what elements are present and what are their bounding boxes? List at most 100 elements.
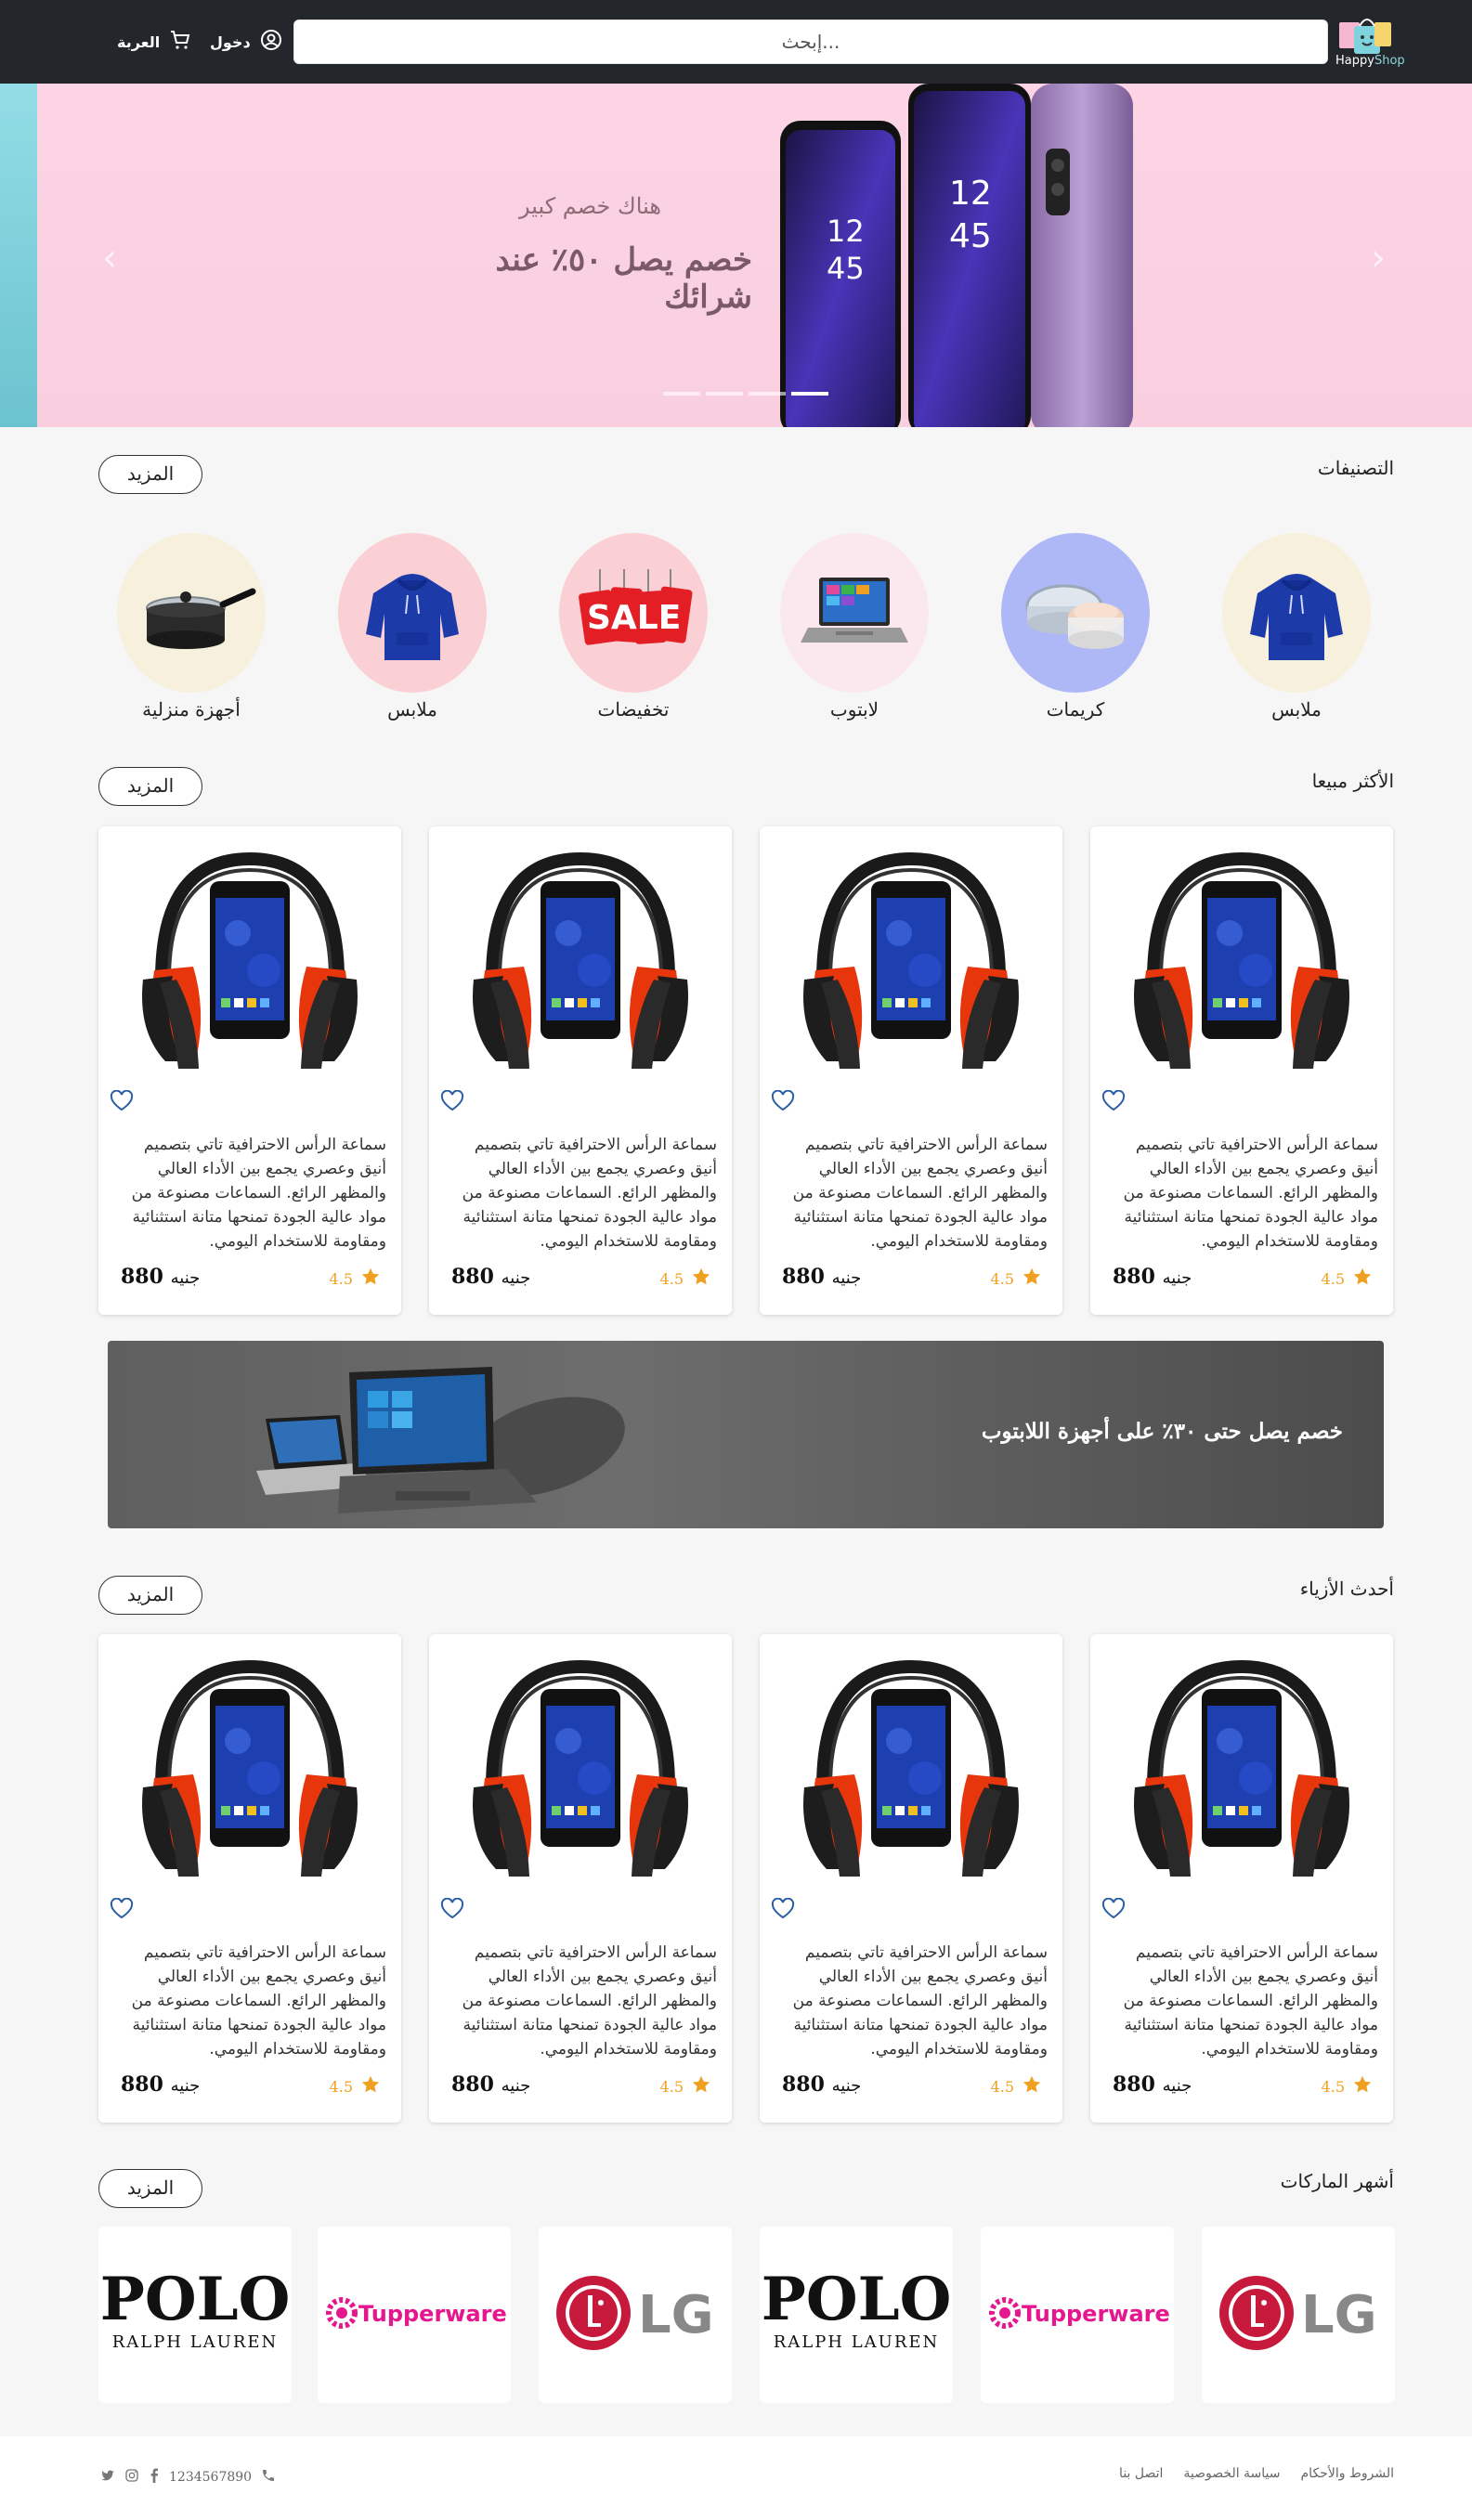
category-circle[interactable]: SALE bbox=[559, 533, 708, 693]
svg-text:RALPH LAUREN: RALPH LAUREN bbox=[112, 2332, 279, 2352]
product-card[interactable]: سماعة الرأس الاحترافية تاتي بتصميم أنيق … bbox=[98, 826, 401, 1315]
product-card[interactable]: سماعة الرأس الاحترافية تاتي بتصميم أنيق … bbox=[760, 1634, 1062, 2123]
category-circle[interactable] bbox=[1001, 533, 1150, 693]
product-price: 880 جنيه bbox=[121, 1265, 200, 1289]
headphones-phone-image[interactable] bbox=[797, 840, 1025, 1080]
heart-icon[interactable] bbox=[110, 1089, 134, 1112]
headphones-phone-image[interactable] bbox=[136, 840, 364, 1080]
hoodie-icon bbox=[361, 560, 463, 666]
brand-card[interactable]: Tupperware bbox=[318, 2227, 511, 2403]
rating-value: 4.5 bbox=[1321, 2077, 1345, 2096]
category-item[interactable]: SALE تخفيضات bbox=[559, 533, 708, 721]
product-price: 880 جنيه bbox=[782, 1265, 861, 1289]
cart-link[interactable]: العربة bbox=[117, 28, 191, 56]
category-circle[interactable] bbox=[780, 533, 929, 693]
price-currency: جنيه bbox=[501, 1268, 531, 1288]
category-circle[interactable] bbox=[338, 533, 487, 693]
category-item[interactable]: ملابس bbox=[338, 533, 487, 721]
product-card[interactable]: سماعة الرأس الاحترافية تاتي بتصميم أنيق … bbox=[760, 826, 1062, 1315]
heart-icon[interactable] bbox=[110, 1897, 134, 1920]
heart-icon[interactable] bbox=[1101, 1897, 1126, 1920]
price-value: 880 bbox=[1113, 2072, 1155, 2097]
product-price: 880 جنيه bbox=[782, 2072, 861, 2097]
category-item[interactable]: ملابس bbox=[1222, 533, 1371, 721]
star-icon bbox=[1352, 1266, 1373, 1291]
hero-previous-slide-edge bbox=[0, 84, 37, 427]
category-item[interactable]: لابتوب bbox=[780, 533, 929, 721]
product-card[interactable]: سماعة الرأس الاحترافية تاتي بتصميم أنيق … bbox=[98, 1634, 401, 2123]
headphones-phone-image[interactable] bbox=[1127, 1648, 1356, 1888]
brand-card[interactable]: LG bbox=[1202, 2227, 1395, 2403]
slide-dot-active[interactable] bbox=[791, 392, 828, 396]
svg-text:POLO: POLO bbox=[102, 2265, 288, 2334]
brand-card[interactable]: Tupperware bbox=[981, 2227, 1174, 2403]
latest-more-button[interactable]: المزيد bbox=[98, 1576, 202, 1615]
headphones-phone-image[interactable] bbox=[136, 1648, 364, 1888]
product-description: سماعة الرأس الاحترافية تاتي بتصميم أنيق … bbox=[462, 1943, 717, 2059]
rating-value: 4.5 bbox=[329, 1269, 353, 1288]
price-currency: جنيه bbox=[1162, 2076, 1192, 2096]
brand-card[interactable]: LG bbox=[539, 2227, 732, 2403]
brand-card[interactable]: POLO RALPH LAUREN bbox=[98, 2227, 292, 2403]
instagram-icon[interactable] bbox=[124, 2468, 139, 2487]
product-price: 880 جنيه bbox=[121, 2072, 200, 2097]
svg-text:12: 12 bbox=[827, 214, 865, 249]
footer-link-terms[interactable]: الشروط والأحكام bbox=[1301, 2466, 1394, 2481]
slide-dot[interactable] bbox=[749, 392, 786, 396]
heart-icon[interactable] bbox=[440, 1089, 464, 1112]
category-circle[interactable] bbox=[117, 533, 266, 693]
slide-dot[interactable] bbox=[706, 392, 743, 396]
product-card[interactable]: سماعة الرأس الاحترافية تاتي بتصميم أنيق … bbox=[429, 1634, 732, 2123]
rating-value: 4.5 bbox=[659, 1269, 684, 1288]
hero-prev-arrow-icon[interactable]: ‹ bbox=[102, 237, 117, 279]
star-icon bbox=[360, 1266, 381, 1291]
cart-icon bbox=[169, 29, 191, 55]
heart-icon[interactable] bbox=[771, 1089, 795, 1112]
brand-card[interactable]: POLO RALPH LAUREN bbox=[760, 2227, 953, 2403]
bestsellers-more-button[interactable]: المزيد bbox=[98, 767, 202, 806]
phone-number: 1234567890 bbox=[169, 2470, 253, 2485]
headphones-phone-image[interactable] bbox=[466, 1648, 695, 1888]
footer-link-contact[interactable]: اتصل بنا bbox=[1119, 2466, 1163, 2481]
login-link[interactable]: دخول bbox=[210, 28, 282, 56]
product-rating: 4.5 bbox=[660, 1266, 711, 1291]
heart-icon[interactable] bbox=[771, 1897, 795, 1920]
product-description: سماعة الرأس الاحترافية تاتي بتصميم أنيق … bbox=[462, 1136, 717, 1251]
categories-more-button[interactable]: المزيد bbox=[98, 455, 202, 494]
product-price: 880 جنيه bbox=[1113, 1265, 1192, 1289]
headphones-phone-image[interactable] bbox=[466, 840, 695, 1080]
product-card[interactable]: سماعة الرأس الاحترافية تاتي بتصميم أنيق … bbox=[429, 826, 732, 1315]
laptop-promo-banner[interactable]: خصم يصل حتى ٣٠٪ على أجهزة اللابتوب bbox=[108, 1341, 1384, 1528]
polo-logo: POLO RALPH LAUREN bbox=[100, 2262, 291, 2368]
category-circle[interactable] bbox=[1222, 533, 1371, 693]
product-card[interactable]: سماعة الرأس الاحترافية تاتي بتصميم أنيق … bbox=[1090, 826, 1393, 1315]
slide-dot[interactable] bbox=[663, 392, 700, 396]
category-item[interactable]: أجهزة منزلية bbox=[117, 533, 266, 721]
rating-value: 4.5 bbox=[990, 2077, 1014, 2096]
product-card[interactable]: سماعة الرأس الاحترافية تاتي بتصميم أنيق … bbox=[1090, 1634, 1393, 2123]
product-description: سماعة الرأس الاحترافية تاتي بتصميم أنيق … bbox=[131, 1943, 386, 2059]
svg-text:45: 45 bbox=[949, 217, 992, 255]
phone-icon bbox=[261, 2468, 276, 2487]
headphones-phone-image[interactable] bbox=[797, 1648, 1025, 1888]
headphones-phone-image[interactable] bbox=[1127, 840, 1356, 1080]
category-item[interactable]: كريمات bbox=[1001, 533, 1150, 721]
footer-link-privacy[interactable]: سياسة الخصوصية bbox=[1183, 2466, 1280, 2481]
price-value: 880 bbox=[121, 1265, 163, 1289]
product-description: سماعة الرأس الاحترافية تاتي بتصميم أنيق … bbox=[1123, 1136, 1378, 1251]
hero-banner: هناك خصم كبير خصم يصل ٥٠٪ عند شرائك ‹ › … bbox=[0, 84, 1472, 427]
brands-more-button[interactable]: المزيد bbox=[98, 2169, 202, 2208]
heart-icon[interactable] bbox=[1101, 1089, 1126, 1112]
star-icon bbox=[691, 1266, 711, 1291]
product-description: سماعة الرأس الاحترافية تاتي بتصميم أنيق … bbox=[792, 1943, 1048, 2059]
facebook-icon[interactable] bbox=[149, 2468, 160, 2487]
product-rating: 4.5 bbox=[330, 2074, 381, 2098]
twitter-icon[interactable] bbox=[100, 2468, 115, 2487]
search-input[interactable]: إبحث... bbox=[293, 19, 1328, 64]
svg-text:Tupperware: Tupperware bbox=[1022, 2301, 1170, 2327]
heart-icon[interactable] bbox=[440, 1897, 464, 1920]
logo-text: HappyShop bbox=[1335, 54, 1405, 68]
promo-text: خصم يصل حتى ٣٠٪ على أجهزة اللابتوب bbox=[981, 1419, 1343, 1444]
footer: الشروط والأحكام سياسة الخصوصية اتصل بنا … bbox=[0, 2436, 1472, 2520]
hero-next-arrow-icon[interactable]: › bbox=[1371, 237, 1386, 279]
